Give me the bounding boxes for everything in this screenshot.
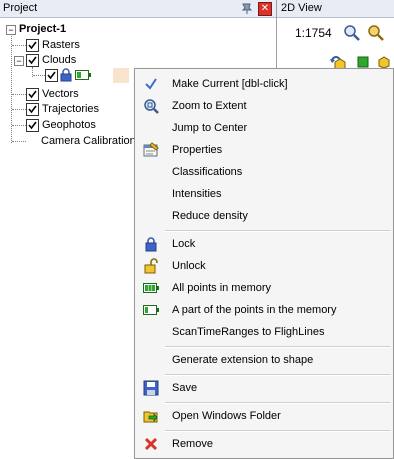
tree-node-clouds[interactable]: − Clouds [4,53,124,68]
menu-label: Unlock [172,260,206,272]
menu-label: ScanTimeRanges to FlighLines [172,326,325,338]
menu-item-make-current[interactable]: Make Current [dbl-click] [137,73,391,95]
scale-readout: 1:1754 [295,26,332,40]
menu-item-lock[interactable]: Lock [137,233,391,255]
menu-item-partial-points-in-memory[interactable]: A part of the points in the memory [137,299,391,321]
trajectories-label: Trajectories [42,103,100,115]
menu-label: Lock [172,238,196,250]
unlock-icon [143,258,159,274]
cloud-item-checkbox[interactable] [45,69,58,82]
collapse-icon[interactable]: − [14,56,24,66]
trajectories-checkbox[interactable] [26,103,39,116]
menu-item-scantimeranges[interactable]: ScanTimeRanges to FlighLines [137,321,391,343]
rasters-checkbox[interactable] [26,39,39,52]
open-folder-icon [143,408,159,424]
tree-node-project[interactable]: − Project-1 [4,22,124,37]
tree-node-trajectories[interactable]: Trajectories [26,102,146,117]
menu-separator [165,346,391,348]
project-panel-title: Project [3,2,38,14]
zoom-extent-icon [143,98,159,114]
close-panel-button[interactable]: ✕ [258,2,272,16]
tree-line [33,75,45,76]
menu-label: Intensities [172,188,222,200]
view2d-header: 2D View [277,0,394,18]
menu-label: Generate extension to shape [172,354,314,366]
tree-node-rasters[interactable]: Rasters [26,38,146,53]
menu-label: Reduce density [172,210,248,222]
lock-icon [60,68,72,85]
view2d-title: 2D View [281,2,322,14]
geophotos-label: Geophotos [42,119,96,131]
menu-item-all-points-in-memory[interactable]: All points in memory [137,277,391,299]
tree-node-geophotos[interactable]: Geophotos [26,118,146,133]
clouds-label: Clouds [42,54,77,66]
menu-label: Jump to Center [172,122,248,134]
menu-label: Save [172,382,198,394]
tree-line [12,94,26,95]
tree-node-cloud-item[interactable] [45,68,131,83]
clouds-checkbox[interactable] [26,54,39,67]
menu-label: Make Current [dbl-click] [172,78,288,90]
floppy-disk-icon [143,380,159,396]
properties-icon [143,142,159,158]
menu-item-open-windows-folder[interactable]: Open Windows Folder [137,405,391,427]
checkmark-icon [143,76,159,92]
menu-item-intensities[interactable]: Intensities [137,183,391,205]
menu-separator [165,430,391,432]
menu-item-zoom-to-extent[interactable]: Zoom to Extent [137,95,391,117]
geophotos-checkbox[interactable] [26,119,39,132]
zoom-extent-icon[interactable] [367,24,385,45]
menu-item-save[interactable]: Save [137,377,391,399]
tree-node-camera-calibration[interactable]: Camera Calibration [26,134,146,149]
menu-item-reduce-density[interactable]: Reduce density [137,205,391,227]
menu-label: Classifications [172,166,243,178]
menu-item-remove[interactable]: Remove [137,433,391,455]
menu-label: Open Windows Folder [172,410,281,422]
battery-full-icon [143,280,159,296]
tree-line [11,33,12,143]
menu-separator [165,230,391,232]
tree-line [12,45,26,46]
camera-calibration-label: Camera Calibration [41,135,136,147]
pin-icon[interactable] [240,2,254,14]
zoom-icon[interactable] [343,24,361,45]
menu-item-unlock[interactable]: Unlock [137,255,391,277]
rasters-label: Rasters [42,39,80,51]
menu-label: Properties [172,144,223,156]
menu-separator [165,374,391,376]
lock-icon [143,236,159,252]
vectors-label: Vectors [42,88,79,100]
tree-line [12,125,26,126]
cloud-item-name-highlight [113,68,129,83]
tree-line [12,109,26,110]
menu-label: All points in memory [172,282,272,294]
vectors-checkbox[interactable] [26,88,39,101]
menu-label: Remove [172,438,213,450]
menu-item-generate-extension[interactable]: Generate extension to shape [137,349,391,371]
menu-separator [165,402,391,404]
tree-node-vectors[interactable]: Vectors [26,87,146,102]
menu-item-classifications[interactable]: Classifications [137,161,391,183]
context-menu: Make Current [dbl-click] Zoom to Extent … [134,68,394,459]
battery-partial-icon [143,302,159,318]
menu-label: Zoom to Extent [172,100,247,112]
red-x-icon [143,436,159,452]
project-panel-header: Project ✕ [0,0,276,18]
battery-partial-icon [75,70,91,83]
menu-item-jump-to-center[interactable]: Jump to Center [137,117,391,139]
menu-item-properties[interactable]: Properties [137,139,391,161]
collapse-icon[interactable]: − [6,25,16,35]
menu-label: A part of the points in the memory [172,304,337,316]
project-root-label: Project-1 [19,23,67,35]
tree-line [12,141,26,142]
